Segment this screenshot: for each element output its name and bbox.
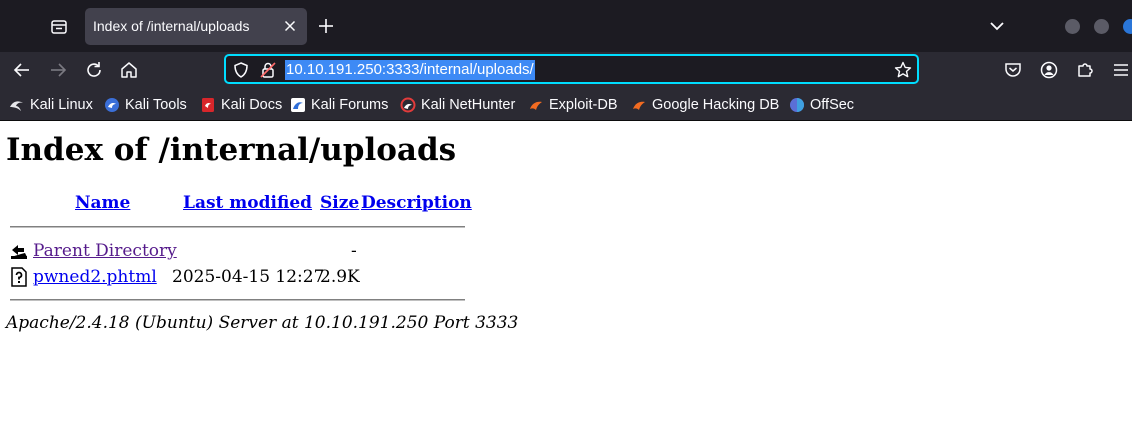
tracking-protection-button[interactable] [231, 60, 251, 80]
bookmark-exploit-db[interactable]: Exploit-DB [528, 95, 618, 115]
bookmark-label: Kali Forums [311, 97, 389, 113]
back-button[interactable] [9, 57, 35, 83]
extensions-button[interactable] [1072, 57, 1098, 83]
bookmark-label: OffSec [810, 97, 855, 113]
kali-nethunter-icon [400, 97, 416, 113]
table-cell-last-modified: 2025-04-15 12:27 [172, 267, 325, 287]
forward-button[interactable] [45, 57, 71, 83]
app-menu-button[interactable] [1108, 57, 1132, 83]
home-icon [121, 62, 137, 78]
pocket-icon [1005, 63, 1021, 77]
table-cell-size: 2.9K [320, 267, 360, 287]
pocket-button[interactable] [1000, 57, 1026, 83]
server-signature: Apache/2.4.18 (Ubuntu) Server at 10.10.1… [6, 313, 519, 333]
firefox-view-button[interactable] [44, 12, 74, 42]
minimize-window-button[interactable] [1065, 19, 1080, 34]
bookmark-kali-forums[interactable]: Kali Forums [290, 95, 388, 115]
site-info-button[interactable] [258, 60, 278, 80]
file-link-pwned2-phtml[interactable]: pwned2.phtml [33, 267, 157, 287]
table-cell-size: - [351, 241, 357, 261]
close-window-button[interactable] [1123, 19, 1132, 34]
kali-forums-icon [291, 98, 305, 112]
ghdb-icon [633, 101, 645, 110]
parent-directory-link[interactable]: Parent Directory [33, 241, 177, 261]
column-header-size[interactable]: Size [320, 193, 359, 213]
new-tab-button[interactable] [315, 15, 337, 37]
bookmark-label: Google Hacking DB [652, 97, 780, 113]
reload-icon [87, 62, 101, 77]
bookmarks-toolbar: Kali Linux Kali Tools Kali Docs Kali For… [0, 88, 1132, 121]
page-title: Index of /internal/uploads [6, 132, 457, 168]
chevron-down-icon [990, 22, 1004, 31]
bookmark-label: Kali Docs [221, 97, 283, 113]
bookmark-kali-linux[interactable]: Kali Linux [9, 95, 93, 115]
bookmark-page-button[interactable] [893, 60, 913, 80]
kali-tools-icon [105, 98, 119, 112]
plus-icon [319, 19, 333, 33]
table-divider-top [10, 226, 465, 228]
table-divider-bottom [10, 299, 465, 301]
maximize-window-button[interactable] [1094, 19, 1109, 34]
bookmark-kali-nethunter[interactable]: Kali NetHunter [400, 95, 515, 115]
tab-close-button[interactable] [281, 17, 299, 35]
background-terminal-sliver [0, 0, 1132, 6]
shield-icon [234, 62, 248, 78]
hamburger-menu-icon [1114, 64, 1128, 76]
bookmark-kali-docs[interactable]: Kali Docs [200, 95, 282, 115]
unknown-file-icon [11, 267, 27, 287]
navigation-toolbar: 10.10.191.250:3333/internal/uploads/ [0, 52, 1132, 88]
account-button[interactable] [1036, 57, 1062, 83]
offsec-icon [790, 98, 804, 112]
tab-strip: Index of /internal/uploads [0, 0, 1132, 52]
bookmark-google-hacking-db[interactable]: Google Hacking DB [631, 95, 779, 115]
star-icon [894, 61, 912, 78]
bookmark-offsec[interactable]: OffSec [789, 95, 854, 115]
kali-docs-icon [202, 98, 214, 112]
firefox-view-icon [51, 20, 67, 34]
bookmark-label: Kali Linux [30, 97, 93, 113]
url-text[interactable]: 10.10.191.250:3333/internal/uploads/ [285, 60, 535, 80]
bookmark-label: Kali NetHunter [421, 97, 516, 113]
bookmark-label: Kali Tools [125, 97, 187, 113]
column-header-last-modified[interactable]: Last modified [183, 193, 312, 213]
active-tab[interactable]: Index of /internal/uploads [85, 8, 307, 45]
account-icon [1040, 61, 1058, 79]
bookmark-kali-tools[interactable]: Kali Tools [104, 95, 187, 115]
arrow-right-icon [51, 63, 67, 77]
column-header-description[interactable]: Description [361, 193, 472, 213]
exploit-db-icon [530, 101, 542, 110]
insecure-lock-icon [260, 62, 276, 78]
url-bar[interactable]: 10.10.191.250:3333/internal/uploads/ [224, 54, 919, 84]
tab-title: Index of /internal/uploads [93, 18, 250, 34]
arrow-left-icon [13, 63, 29, 77]
bookmark-label: Exploit-DB [549, 97, 618, 113]
reload-button[interactable] [81, 57, 107, 83]
list-all-tabs-button[interactable] [987, 16, 1007, 36]
kali-dragon-icon [10, 101, 23, 111]
home-button[interactable] [116, 57, 142, 83]
back-arrow-icon [11, 245, 27, 259]
page-content: Index of /internal/uploads Name Last mod… [0, 121, 1132, 446]
puzzle-icon [1078, 63, 1093, 77]
column-header-name[interactable]: Name [75, 193, 130, 213]
close-icon [284, 20, 296, 32]
